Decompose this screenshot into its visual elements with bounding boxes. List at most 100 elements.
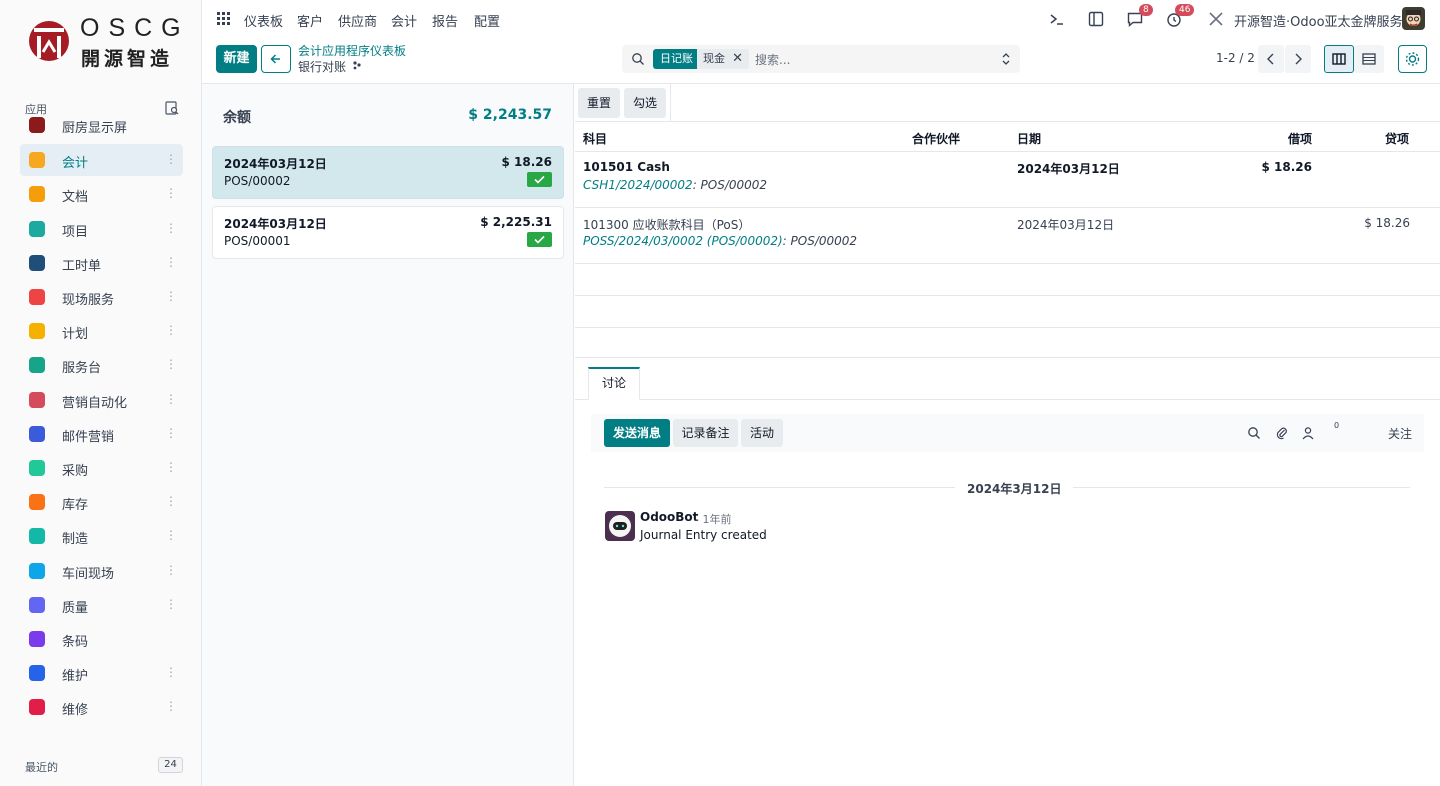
sidebar-app-item[interactable]: 制造 ⋮ <box>20 520 183 552</box>
col-debit[interactable]: 借项 <box>1288 130 1312 147</box>
table-row[interactable]: 101300 应收账款科目（PoS） 2024年03月12日 $ 18.26 P… <box>575 208 1440 264</box>
table-row[interactable]: 101501 Cash 2024年03月12日 $ 18.26 CSH1/202… <box>575 152 1440 208</box>
recent-label: 最近的 <box>25 761 58 774</box>
settings-toggle-button[interactable] <box>1398 45 1427 73</box>
col-partner[interactable]: 合作伙伴 <box>912 130 960 147</box>
paperclip-icon[interactable] <box>1275 426 1289 440</box>
app-menu-icon[interactable]: ⋮ <box>165 392 177 406</box>
col-date[interactable]: 日期 <box>1017 130 1041 147</box>
menu-accounting[interactable]: 会计 <box>391 11 417 30</box>
search-messages-icon[interactable] <box>1247 426 1261 440</box>
move-link[interactable]: CSH1/2024/00002 <box>583 178 693 192</box>
sidebar-app-item[interactable]: 厨房显示屏 <box>20 117 183 135</box>
app-menu-icon[interactable]: ⋮ <box>165 597 177 611</box>
view-list-button[interactable] <box>1354 45 1384 73</box>
app-menu-icon[interactable]: ⋮ <box>165 289 177 303</box>
app-menu-icon[interactable]: ⋮ <box>165 221 177 235</box>
app-label: 会计 <box>62 156 89 172</box>
sidebar-app-item[interactable]: 现场服务 ⋮ <box>20 281 183 313</box>
app-menu-icon[interactable]: ⋮ <box>165 255 177 269</box>
app-menu-icon[interactable]: ⋮ <box>165 699 177 713</box>
follow-button[interactable]: 关注 <box>1388 425 1412 442</box>
sidebar-app-item[interactable]: 计划 ⋮ <box>20 315 183 347</box>
app-menu-icon[interactable]: ⋮ <box>165 186 177 200</box>
sidebar-app-item[interactable]: 营销自动化 ⋮ <box>20 384 183 416</box>
app-icon <box>29 357 45 374</box>
menu-customers[interactable]: 客户 <box>297 11 323 30</box>
sidebar-app-item[interactable]: 维修 ⋮ <box>20 691 183 723</box>
sidebar-app-item[interactable]: 项目 ⋮ <box>20 213 183 245</box>
apps-grid-icon[interactable] <box>217 12 231 26</box>
pager-value[interactable]: 1-2 / 2 <box>1216 51 1255 65</box>
app-icon <box>29 186 45 203</box>
reset-button[interactable]: 重置 <box>578 88 620 118</box>
app-label: 文档 <box>62 190 89 206</box>
message-author[interactable]: OdooBot <box>640 510 698 524</box>
pager-previous[interactable] <box>1258 45 1284 73</box>
sidebar-app-item[interactable]: 质量 ⋮ <box>20 589 183 621</box>
app-menu-icon[interactable]: ⋮ <box>165 426 177 440</box>
back-button[interactable] <box>261 45 291 73</box>
activities-button[interactable]: 活动 <box>741 419 783 447</box>
sidebar-app-item[interactable]: 文档 ⋮ <box>20 178 183 210</box>
sidebar-app-item[interactable]: 库存 ⋮ <box>20 486 183 518</box>
logo-text-zh: 開源智造 <box>81 48 174 70</box>
search-input[interactable]: 搜索... <box>755 51 790 68</box>
check-button[interactable]: 勾选 <box>624 88 666 118</box>
app-menu-icon[interactable]: ⋮ <box>165 563 177 577</box>
statement-line-card[interactable]: 2024年03月12日 $ 2,225.31 POS/00001 <box>212 206 564 259</box>
search-toggle-icon[interactable] <box>1001 51 1011 67</box>
app-label: 质量 <box>62 600 89 616</box>
app-icon <box>29 254 45 271</box>
line-date: 2024年03月12日 <box>224 217 327 231</box>
log-note-button[interactable]: 记录备注 <box>673 419 738 447</box>
actions-gear-icon[interactable] <box>352 60 362 70</box>
col-account[interactable]: 科目 <box>583 130 607 147</box>
app-menu-icon[interactable]: ⋮ <box>165 665 177 679</box>
menu-reporting[interactable]: 报告 <box>432 11 458 30</box>
send-message-button[interactable]: 发送消息 <box>604 419 670 447</box>
sidebar-app-item[interactable]: 维护 ⋮ <box>20 657 183 689</box>
statement-lines-panel: 余额 $ 2,243.57 2024年03月12日 $ 18.26 POS/00… <box>202 84 574 786</box>
breadcrumb-parent[interactable]: 会计应用程序仪表板 <box>298 42 406 59</box>
menu-dashboard[interactable]: 仪表板 <box>244 11 283 30</box>
app-icon <box>29 289 45 305</box>
app-menu-icon[interactable]: ⋮ <box>165 152 177 166</box>
search-bar[interactable]: 日记账 现金 ✕ 搜索... <box>622 45 1020 73</box>
reconciliation-panel: 重置 勾选 科目 合作伙伴 日期 借项 贷项 101501 Cash 2024年… <box>575 84 1440 786</box>
sidebar-app-item[interactable]: 条码 <box>20 623 183 655</box>
app-menu-icon[interactable]: ⋮ <box>165 323 177 337</box>
line-date: 2024年03月12日 <box>224 157 327 171</box>
terminal-icon[interactable] <box>1048 10 1066 28</box>
row-date: 2024年03月12日 <box>1017 162 1120 176</box>
app-menu-icon[interactable]: ⋮ <box>165 494 177 508</box>
app-icon <box>29 699 45 716</box>
app-search-icon[interactable] <box>165 101 179 115</box>
sidebar-app-item[interactable]: 采购 ⋮ <box>20 452 183 484</box>
sidebar-app-item[interactable]: 服务台 ⋮ <box>20 349 183 381</box>
tools-icon[interactable] <box>1207 10 1225 28</box>
followers-icon[interactable] <box>1301 426 1315 440</box>
row-account: 101501 Cash <box>583 160 670 174</box>
sidebar-app-item[interactable]: 会计 ⋮ <box>20 144 183 177</box>
sidebar-app-item[interactable]: 邮件营销 ⋮ <box>20 418 183 450</box>
app-menu-icon[interactable]: ⋮ <box>165 357 177 371</box>
split-view-icon[interactable] <box>1087 10 1105 28</box>
company-switcher[interactable]: 开源智造·Odoo亚太金牌服务 <box>1234 11 1403 30</box>
sidebar-app-item[interactable]: 工时单 ⋮ <box>20 247 183 279</box>
oscg-logo[interactable]: OSCG 開源智造 <box>28 10 181 74</box>
view-kanban-button[interactable] <box>1324 45 1354 73</box>
pager-next[interactable] <box>1285 45 1311 73</box>
facet-remove-icon[interactable]: ✕ <box>732 49 743 69</box>
col-credit[interactable]: 贷项 <box>1385 130 1409 147</box>
sidebar-app-item[interactable]: 车间现场 ⋮ <box>20 555 183 587</box>
app-menu-icon[interactable]: ⋮ <box>165 528 177 542</box>
menu-vendors[interactable]: 供应商 <box>338 11 377 30</box>
move-link[interactable]: POSS/2024/03/0002 (POS/00002) <box>583 234 783 248</box>
user-avatar[interactable] <box>1402 7 1425 30</box>
menu-configuration[interactable]: 配置 <box>474 11 500 30</box>
statement-line-card[interactable]: 2024年03月12日 $ 18.26 POS/00002 <box>212 146 564 199</box>
new-button[interactable]: 新建 <box>216 45 257 73</box>
tab-discussion[interactable]: 讨论 <box>588 367 640 400</box>
app-menu-icon[interactable]: ⋮ <box>165 460 177 474</box>
